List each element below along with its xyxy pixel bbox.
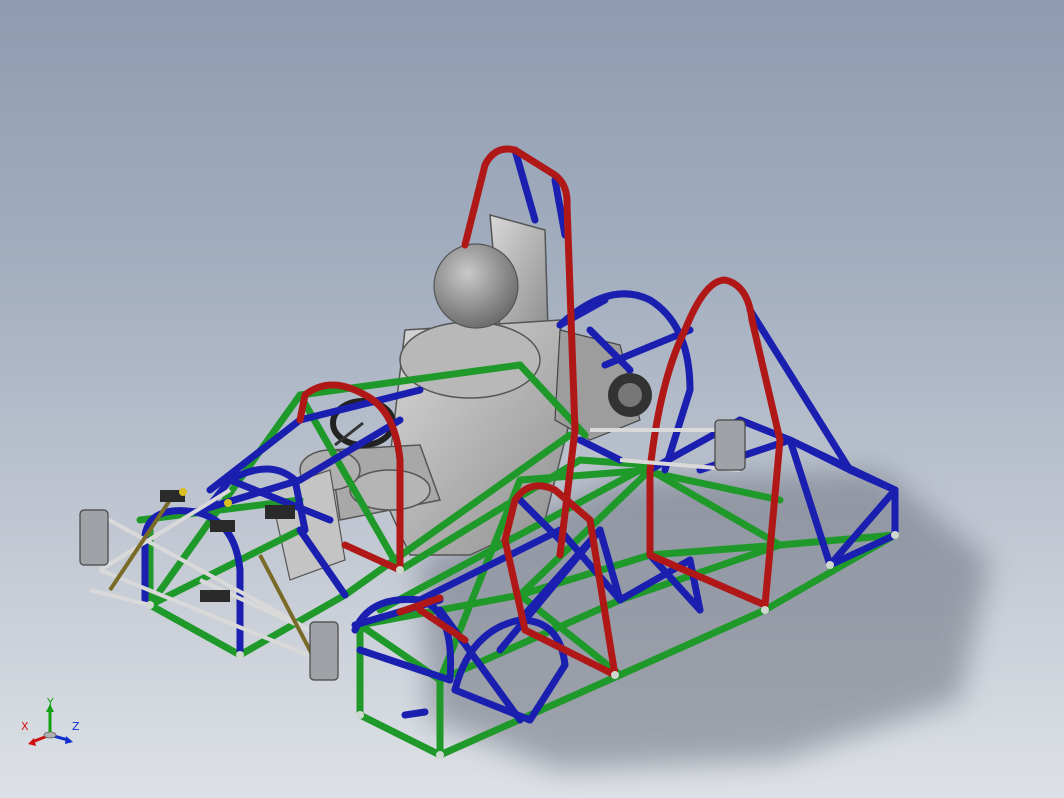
driver-head <box>433 243 519 329</box>
axis-x-label: X <box>21 720 29 733</box>
frame-model[interactable] <box>0 0 1064 798</box>
axis-y-label: Y <box>47 696 54 709</box>
coordinate-triad[interactable]: X Y Z <box>18 696 88 755</box>
axis-z-label: Z <box>72 720 80 733</box>
seat <box>269 213 571 581</box>
graphics-viewport[interactable]: X Y Z <box>0 0 1064 798</box>
rear-upright[interactable] <box>714 419 746 471</box>
